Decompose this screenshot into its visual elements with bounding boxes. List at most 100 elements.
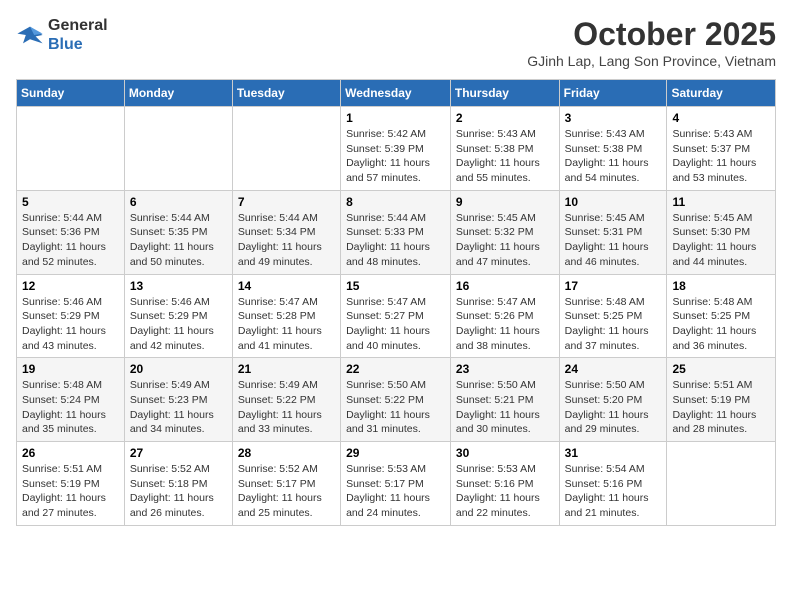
- calendar-table: SundayMondayTuesdayWednesdayThursdayFrid…: [16, 79, 776, 526]
- calendar-cell: 8 Sunrise: 5:44 AMSunset: 5:33 PMDaylight…: [341, 190, 451, 274]
- day-number: 1: [346, 111, 445, 125]
- cell-info: Sunrise: 5:53 AMSunset: 5:17 PMDaylight:…: [346, 462, 445, 521]
- day-number: 10: [565, 195, 662, 209]
- day-number: 27: [130, 446, 227, 460]
- cell-info: Sunrise: 5:47 AMSunset: 5:28 PMDaylight:…: [238, 295, 335, 354]
- cell-info: Sunrise: 5:47 AMSunset: 5:26 PMDaylight:…: [456, 295, 554, 354]
- day-number: 7: [238, 195, 335, 209]
- cell-info: Sunrise: 5:44 AMSunset: 5:35 PMDaylight:…: [130, 211, 227, 270]
- day-number: 21: [238, 362, 335, 376]
- cell-info: Sunrise: 5:44 AMSunset: 5:33 PMDaylight:…: [346, 211, 445, 270]
- logo-line2: Blue: [48, 35, 108, 54]
- cell-info: Sunrise: 5:52 AMSunset: 5:18 PMDaylight:…: [130, 462, 227, 521]
- day-number: 11: [672, 195, 770, 209]
- weekday-header-friday: Friday: [559, 80, 667, 107]
- calendar-cell: [667, 442, 776, 526]
- weekday-header-row: SundayMondayTuesdayWednesdayThursdayFrid…: [17, 80, 776, 107]
- calendar-cell: 31Sunrise: 5:54 AMSunset: 5:16 PMDayligh…: [559, 442, 667, 526]
- calendar-cell: 7 Sunrise: 5:44 AMSunset: 5:34 PMDaylight…: [232, 190, 340, 274]
- calendar-cell: 6 Sunrise: 5:44 AMSunset: 5:35 PMDaylight…: [124, 190, 232, 274]
- calendar-cell: 22 Sunrise: 5:50 AMSunset: 5:22 PMDayligh…: [341, 358, 451, 442]
- calendar-cell: 27 Sunrise: 5:52 AMSunset: 5:18 PMDayligh…: [124, 442, 232, 526]
- day-number: 26: [22, 446, 119, 460]
- page-header: General Blue October 2025 GJinh Lap, Lan…: [16, 16, 776, 69]
- cell-info: Sunrise: 5:50 AMSunset: 5:20 PMDaylight:…: [565, 378, 662, 437]
- cell-info: Sunrise: 5:50 AMSunset: 5:22 PMDaylight:…: [346, 378, 445, 437]
- day-number: 31: [565, 446, 662, 460]
- calendar-cell: 21Sunrise: 5:49 AMSunset: 5:22 PMDayligh…: [232, 358, 340, 442]
- calendar-cell: 5 Sunrise: 5:44 AMSunset: 5:36 PMDaylight…: [17, 190, 125, 274]
- cell-info: Sunrise: 5:44 AMSunset: 5:36 PMDaylight:…: [22, 211, 119, 270]
- weekday-header-monday: Monday: [124, 80, 232, 107]
- calendar-cell: 14 Sunrise: 5:47 AMSunset: 5:28 PMDayligh…: [232, 274, 340, 358]
- cell-info: Sunrise: 5:51 AMSunset: 5:19 PMDaylight:…: [672, 378, 770, 437]
- day-number: 29: [346, 446, 445, 460]
- cell-info: Sunrise: 5:45 AMSunset: 5:30 PMDaylight:…: [672, 211, 770, 270]
- calendar-cell: 9Sunrise: 5:45 AMSunset: 5:32 PMDaylight…: [450, 190, 559, 274]
- calendar-cell: 23Sunrise: 5:50 AMSunset: 5:21 PMDayligh…: [450, 358, 559, 442]
- calendar-cell: 18 Sunrise: 5:48 AMSunset: 5:25 PMDayligh…: [667, 274, 776, 358]
- weekday-header-wednesday: Wednesday: [341, 80, 451, 107]
- weekday-header-tuesday: Tuesday: [232, 80, 340, 107]
- calendar-cell: 2Sunrise: 5:43 AMSunset: 5:38 PMDaylight…: [450, 107, 559, 191]
- day-number: 17: [565, 279, 662, 293]
- calendar-cell: 25 Sunrise: 5:51 AMSunset: 5:19 PMDayligh…: [667, 358, 776, 442]
- calendar-cell: [232, 107, 340, 191]
- cell-info: Sunrise: 5:42 AMSunset: 5:39 PMDaylight:…: [346, 127, 445, 186]
- day-number: 30: [456, 446, 554, 460]
- calendar-cell: [124, 107, 232, 191]
- cell-info: Sunrise: 5:52 AMSunset: 5:17 PMDaylight:…: [238, 462, 335, 521]
- cell-info: Sunrise: 5:51 AMSunset: 5:19 PMDaylight:…: [22, 462, 119, 521]
- calendar-cell: 12Sunrise: 5:46 AMSunset: 5:29 PMDayligh…: [17, 274, 125, 358]
- cell-info: Sunrise: 5:53 AMSunset: 5:16 PMDaylight:…: [456, 462, 554, 521]
- cell-info: Sunrise: 5:45 AMSunset: 5:31 PMDaylight:…: [565, 211, 662, 270]
- day-number: 13: [130, 279, 227, 293]
- cell-info: Sunrise: 5:46 AMSunset: 5:29 PMDaylight:…: [130, 295, 227, 354]
- day-number: 8: [346, 195, 445, 209]
- calendar-cell: 3Sunrise: 5:43 AMSunset: 5:38 PMDaylight…: [559, 107, 667, 191]
- calendar-cell: [17, 107, 125, 191]
- cell-info: Sunrise: 5:44 AMSunset: 5:34 PMDaylight:…: [238, 211, 335, 270]
- calendar-cell: 4Sunrise: 5:43 AMSunset: 5:37 PMDaylight…: [667, 107, 776, 191]
- day-number: 14: [238, 279, 335, 293]
- calendar-cell: 15 Sunrise: 5:47 AMSunset: 5:27 PMDayligh…: [341, 274, 451, 358]
- cell-info: Sunrise: 5:43 AMSunset: 5:38 PMDaylight:…: [456, 127, 554, 186]
- cell-info: Sunrise: 5:47 AMSunset: 5:27 PMDaylight:…: [346, 295, 445, 354]
- calendar-cell: 20Sunrise: 5:49 AMSunset: 5:23 PMDayligh…: [124, 358, 232, 442]
- calendar-cell: 10 Sunrise: 5:45 AMSunset: 5:31 PMDayligh…: [559, 190, 667, 274]
- day-number: 20: [130, 362, 227, 376]
- cell-info: Sunrise: 5:43 AMSunset: 5:38 PMDaylight:…: [565, 127, 662, 186]
- title-block: October 2025 GJinh Lap, Lang Son Provinc…: [527, 16, 776, 69]
- cell-info: Sunrise: 5:46 AMSunset: 5:29 PMDaylight:…: [22, 295, 119, 354]
- day-number: 18: [672, 279, 770, 293]
- calendar-week-row: 1 Sunrise: 5:42 AMSunset: 5:39 PMDaylight…: [17, 107, 776, 191]
- location-subtitle: GJinh Lap, Lang Son Province, Vietnam: [527, 53, 776, 69]
- calendar-cell: 30 Sunrise: 5:53 AMSunset: 5:16 PMDayligh…: [450, 442, 559, 526]
- cell-info: Sunrise: 5:48 AMSunset: 5:24 PMDaylight:…: [22, 378, 119, 437]
- day-number: 6: [130, 195, 227, 209]
- day-number: 5: [22, 195, 119, 209]
- day-number: 19: [22, 362, 119, 376]
- calendar-cell: 13 Sunrise: 5:46 AMSunset: 5:29 PMDayligh…: [124, 274, 232, 358]
- day-number: 15: [346, 279, 445, 293]
- weekday-header-saturday: Saturday: [667, 80, 776, 107]
- day-number: 22: [346, 362, 445, 376]
- weekday-header-sunday: Sunday: [17, 80, 125, 107]
- calendar-cell: 17 Sunrise: 5:48 AMSunset: 5:25 PMDayligh…: [559, 274, 667, 358]
- logo-line1: General: [48, 16, 108, 35]
- calendar-cell: 1 Sunrise: 5:42 AMSunset: 5:39 PMDaylight…: [341, 107, 451, 191]
- calendar-cell: 24 Sunrise: 5:50 AMSunset: 5:20 PMDayligh…: [559, 358, 667, 442]
- calendar-week-row: 12Sunrise: 5:46 AMSunset: 5:29 PMDayligh…: [17, 274, 776, 358]
- cell-info: Sunrise: 5:48 AMSunset: 5:25 PMDaylight:…: [565, 295, 662, 354]
- logo-icon: [16, 21, 44, 49]
- day-number: 25: [672, 362, 770, 376]
- day-number: 24: [565, 362, 662, 376]
- calendar-cell: 26 Sunrise: 5:51 AMSunset: 5:19 PMDayligh…: [17, 442, 125, 526]
- cell-info: Sunrise: 5:48 AMSunset: 5:25 PMDaylight:…: [672, 295, 770, 354]
- day-number: 23: [456, 362, 554, 376]
- month-title: October 2025: [527, 16, 776, 53]
- calendar-cell: 11 Sunrise: 5:45 AMSunset: 5:30 PMDayligh…: [667, 190, 776, 274]
- calendar-cell: 16Sunrise: 5:47 AMSunset: 5:26 PMDayligh…: [450, 274, 559, 358]
- weekday-header-thursday: Thursday: [450, 80, 559, 107]
- calendar-week-row: 26 Sunrise: 5:51 AMSunset: 5:19 PMDayligh…: [17, 442, 776, 526]
